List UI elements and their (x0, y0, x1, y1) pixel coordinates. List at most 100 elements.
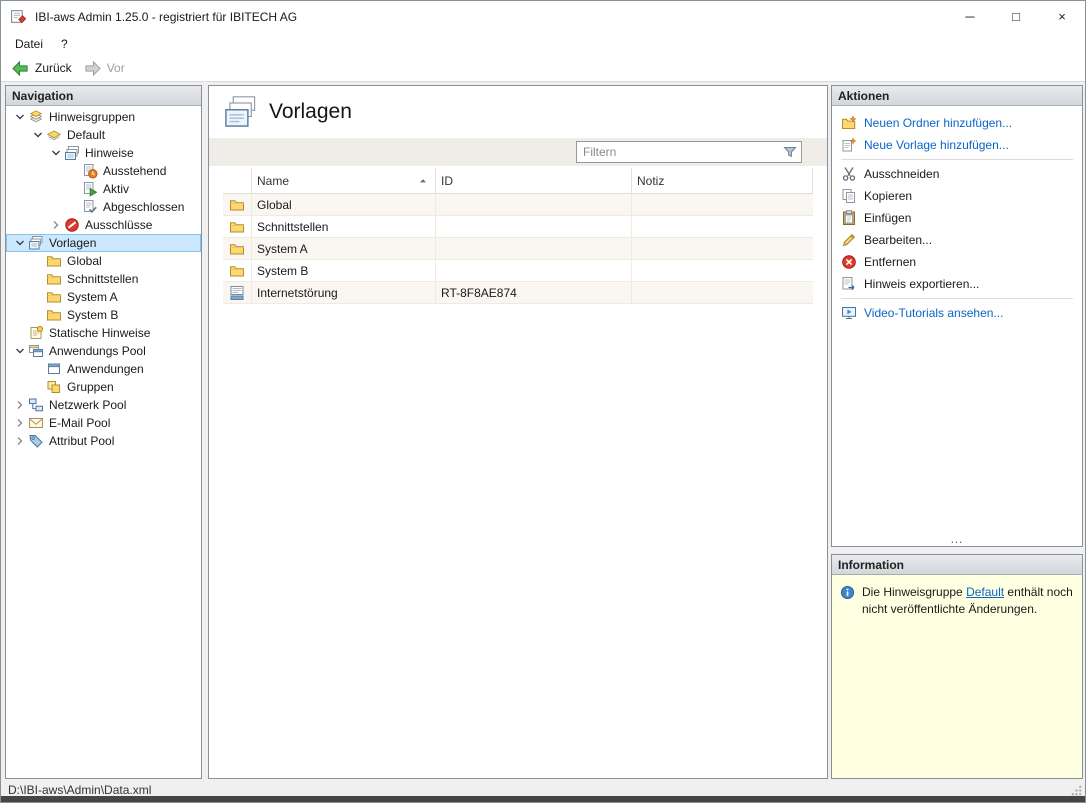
action-einfuegen[interactable]: Einfügen (832, 207, 1082, 229)
table-row-global[interactable]: Global (223, 194, 813, 216)
cell-notiz (632, 194, 813, 215)
action-label: Einfügen (864, 211, 912, 225)
filter-input[interactable] (577, 145, 782, 159)
tree-item-default[interactable]: Default (6, 126, 201, 144)
actions-panel: Aktionen Neuen Ordner hinzufügen... Neue … (831, 85, 1083, 547)
chevron-down-icon[interactable] (12, 343, 28, 359)
tree-item-global[interactable]: Global (6, 252, 201, 270)
chevron-down-icon[interactable] (30, 127, 46, 143)
chevron-right-icon[interactable] (48, 217, 64, 233)
template-icon (229, 285, 245, 301)
tree-item-hinweisgruppen[interactable]: Hinweisgruppen (6, 108, 201, 126)
information-text-before: Die Hinweisgruppe (862, 585, 967, 599)
information-body: Die Hinweisgruppe Default enthält noch n… (832, 575, 1082, 618)
navigation-panel-header: Navigation (6, 86, 201, 106)
tree-item-hinweise[interactable]: Hinweise (6, 144, 201, 162)
sort-asc-icon (416, 174, 430, 188)
tree-item-attribut-pool[interactable]: Attribut Pool (6, 432, 201, 450)
app-window: IBI-aws Admin 1.25.0 - registriert für I… (0, 0, 1086, 803)
cell-name: Schnittstellen (252, 216, 436, 237)
action-label: Neuen Ordner hinzufügen... (864, 116, 1013, 130)
tree-item-gruppen[interactable]: Gruppen (6, 378, 201, 396)
menu-item-help[interactable]: ? (52, 34, 77, 54)
tree-item-system-b[interactable]: System B (6, 306, 201, 324)
close-button[interactable]: × (1039, 1, 1085, 32)
action-label: Bearbeiten... (864, 233, 933, 247)
folder-icon (229, 219, 245, 235)
tree-item-ausschluesse[interactable]: Ausschlüsse (6, 216, 201, 234)
action-label: Ausschneiden (864, 167, 940, 181)
tree-item-system-a[interactable]: System A (6, 288, 201, 306)
navigation-tree: Hinweisgruppen Default Hinweise Ausstehend A… (6, 106, 201, 450)
tree-item-netzwerk-pool[interactable]: Netzwerk Pool (6, 396, 201, 414)
information-text: Die Hinweisgruppe Default enthält noch n… (862, 584, 1074, 618)
menubar: Datei? (1, 32, 1085, 55)
tree-item-aktiv[interactable]: Aktiv (6, 180, 201, 198)
column-header-icon (223, 168, 252, 193)
tree-item-schnittstellen[interactable]: Schnittstellen (6, 270, 201, 288)
forward-button[interactable]: Vor (79, 58, 132, 79)
tree-item-label: E-Mail Pool (49, 416, 111, 430)
export-hint-icon (841, 276, 857, 292)
tree-item-anwendungen[interactable]: Anwendungen (6, 360, 201, 378)
actions-panel-header: Aktionen (832, 86, 1082, 106)
action-neuen-ordner-hinzufuegen[interactable]: Neuen Ordner hinzufügen... (832, 112, 1082, 134)
action-video-tutorials-ansehen[interactable]: Video-Tutorials ansehen... (832, 302, 1082, 324)
tree-item-e-mail-pool[interactable]: E-Mail Pool (6, 414, 201, 432)
chevron-down-icon[interactable] (12, 235, 28, 251)
cell-notiz (632, 238, 813, 259)
chevron-right-icon[interactable] (12, 433, 28, 449)
tree-item-abgeschlossen[interactable]: Abgeschlossen (6, 198, 201, 216)
tree-item-vorlagen[interactable]: Vorlagen (6, 234, 201, 252)
folder-icon (229, 241, 245, 257)
exclusions-icon (64, 217, 80, 233)
tree-item-label: Attribut Pool (49, 434, 115, 448)
static-hints-icon (28, 325, 44, 341)
chevron-down-icon[interactable] (48, 145, 64, 161)
default-group-icon (46, 127, 62, 143)
action-hinweis-exportieren[interactable]: Hinweis exportieren... (832, 273, 1082, 295)
attribute-pool-icon (28, 433, 44, 449)
folder-icon (46, 271, 62, 287)
new-template-icon (841, 137, 857, 153)
back-button[interactable]: Zurück (7, 58, 79, 79)
filter-funnel-icon[interactable] (782, 144, 798, 160)
tree-item-label: Hinweisgruppen (49, 110, 136, 124)
window-controls: ─ □ × (947, 1, 1085, 32)
tree-item-anwendungs-pool[interactable]: Anwendungs Pool (6, 342, 201, 360)
column-header-name[interactable]: Name (252, 168, 436, 193)
action-label: Neue Vorlage hinzufügen... (864, 138, 1009, 152)
table-row-system-a[interactable]: System A (223, 238, 813, 260)
column-header-notiz[interactable]: Notiz (632, 168, 813, 193)
app-icon (10, 8, 27, 25)
back-arrow-icon (11, 60, 30, 77)
table-row-system-b[interactable]: System B (223, 260, 813, 282)
action-kopieren[interactable]: Kopieren (832, 185, 1082, 207)
hints-icon (64, 145, 80, 161)
tree-item-statische-hinweise[interactable]: Statische Hinweise (6, 324, 201, 342)
titlebar: IBI-aws Admin 1.25.0 - registriert für I… (1, 1, 1085, 32)
chevron-right-icon[interactable] (12, 397, 28, 413)
cell-notiz (632, 260, 813, 281)
tree-item-label: Ausschlüsse (85, 218, 153, 232)
panel-more-handle[interactable]: … (832, 532, 1082, 545)
chevron-right-icon[interactable] (12, 415, 28, 431)
table-row-internetstoerung[interactable]: Internetstörung RT-8F8AE874 (223, 282, 813, 304)
maximize-button[interactable]: □ (993, 1, 1039, 32)
action-neue-vorlage-hinzufuegen[interactable]: Neue Vorlage hinzufügen... (832, 134, 1082, 156)
content-panel: Vorlagen Name ID Notiz GlobalSchnittstelle… (208, 85, 828, 779)
action-entfernen[interactable]: Entfernen (832, 251, 1082, 273)
menu-item-datei[interactable]: Datei (6, 34, 52, 54)
column-header-id[interactable]: ID (436, 168, 632, 193)
tree-item-ausstehend[interactable]: Ausstehend (6, 162, 201, 180)
action-ausschneiden[interactable]: Ausschneiden (832, 163, 1082, 185)
minimize-button[interactable]: ─ (947, 1, 993, 32)
separator (841, 159, 1073, 160)
table-row-schnittstellen[interactable]: Schnittstellen (223, 216, 813, 238)
action-bearbeiten[interactable]: Bearbeiten... (832, 229, 1082, 251)
default-group-link[interactable]: Default (966, 585, 1004, 599)
window-title: IBI-aws Admin 1.25.0 - registriert für I… (35, 9, 298, 24)
vorlagen-page-icon (222, 94, 258, 130)
chevron-down-icon[interactable] (12, 109, 28, 125)
